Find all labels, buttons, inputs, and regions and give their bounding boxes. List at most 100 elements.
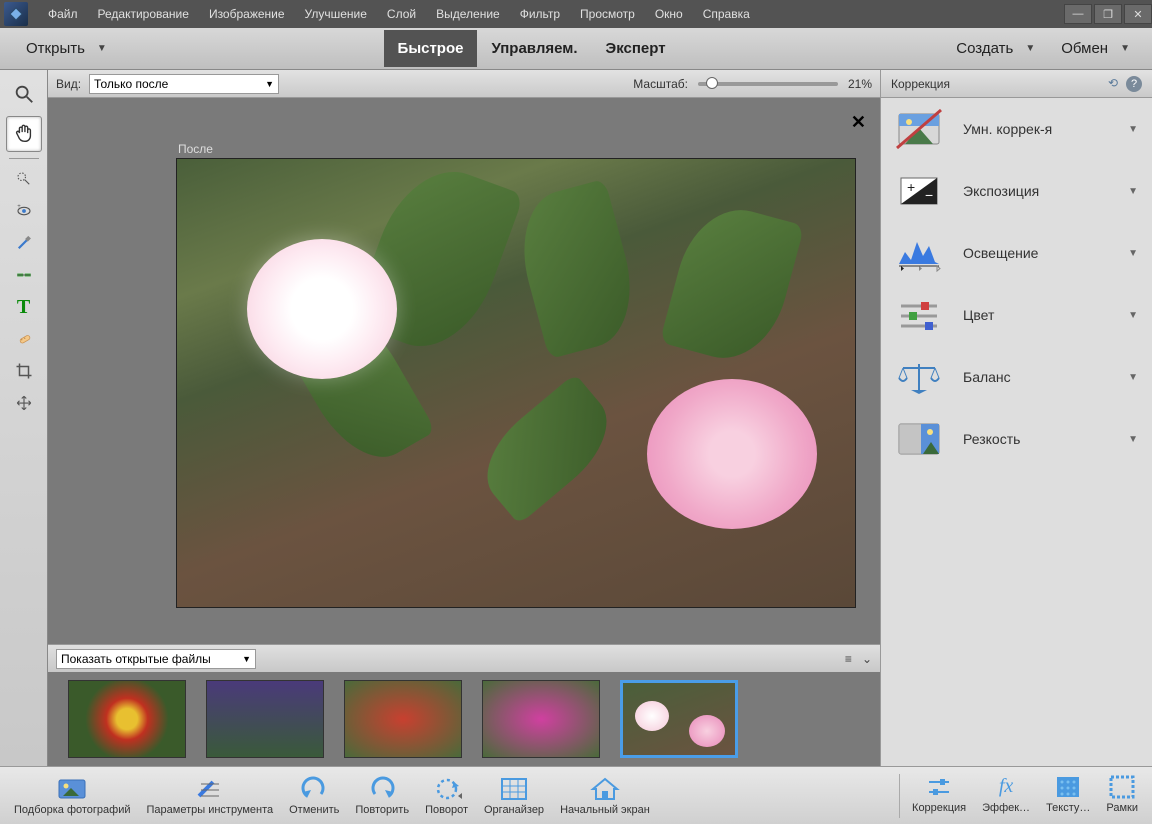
- text-tool[interactable]: T: [6, 293, 42, 321]
- adj-smartfix[interactable]: Умн. коррек-я▼: [881, 98, 1152, 160]
- mode-quick[interactable]: Быстрое: [384, 30, 478, 67]
- menu-select[interactable]: Выделение: [426, 1, 510, 27]
- after-label: После: [178, 142, 213, 156]
- chevron-down-icon: ▼: [1019, 43, 1041, 54]
- whiten-tool[interactable]: [6, 229, 42, 257]
- chevron-down-icon: ▼: [1128, 372, 1138, 383]
- chevron-down-icon: ▼: [242, 654, 251, 664]
- photobin-button[interactable]: Подборка фотографий: [6, 776, 139, 816]
- menu-filter[interactable]: Фильтр: [510, 1, 570, 27]
- redo-icon: [367, 776, 397, 802]
- list-icon[interactable]: ≡: [845, 652, 852, 666]
- effects-icon: fx: [991, 774, 1021, 800]
- close-document-button[interactable]: ✕: [851, 112, 866, 133]
- undo-button[interactable]: Отменить: [281, 776, 347, 816]
- adj-lighting[interactable]: Освещение▼: [881, 222, 1152, 284]
- mode-expert[interactable]: Эксперт: [592, 30, 680, 67]
- chevron-down-icon: ▼: [91, 43, 113, 54]
- filmstrip-select[interactable]: Показать открытые файлы▼: [56, 649, 256, 669]
- view-bar: Вид: Только после▼ Масштаб: 21%: [48, 70, 880, 98]
- adjustments-icon: [924, 774, 954, 800]
- adj-balance[interactable]: Баланс▼: [881, 346, 1152, 408]
- menu-view[interactable]: Просмотр: [570, 1, 645, 27]
- move-tool[interactable]: [6, 389, 42, 417]
- menu-file[interactable]: Файл: [38, 1, 88, 27]
- straighten-tool[interactable]: [6, 261, 42, 289]
- zoom-label: Масштаб:: [633, 77, 688, 91]
- effects-tab[interactable]: fx Эффек…: [974, 774, 1038, 818]
- zoom-slider[interactable]: [698, 82, 838, 86]
- home-button[interactable]: Начальный экран: [552, 776, 658, 816]
- filmstrip-bar: Показать открытые файлы▼ ≡ ⌄: [48, 644, 880, 672]
- menu-image[interactable]: Изображение: [199, 1, 295, 27]
- menu-help[interactable]: Справка: [693, 1, 760, 27]
- menu-window[interactable]: Окно: [645, 1, 693, 27]
- tooloptions-button[interactable]: Параметры инструмента: [139, 776, 282, 816]
- sharpen-icon: [895, 418, 943, 460]
- chevron-down-icon: ▼: [1128, 310, 1138, 321]
- left-toolbar: + T: [0, 70, 48, 766]
- share-button[interactable]: Обмен▼: [1055, 40, 1136, 57]
- redeye-tool[interactable]: +: [6, 197, 42, 225]
- view-label: Вид:: [56, 77, 81, 91]
- organizer-button[interactable]: Органайзер: [476, 776, 552, 816]
- smartfix-icon: [895, 108, 943, 150]
- menu-edit[interactable]: Редактирование: [88, 1, 199, 27]
- svg-text:−: −: [925, 187, 933, 203]
- create-button[interactable]: Создать▼: [950, 40, 1041, 57]
- crop-tool[interactable]: [6, 357, 42, 385]
- menu-enhance[interactable]: Улучшение: [295, 1, 377, 27]
- open-button[interactable]: Открыть▼: [20, 40, 113, 57]
- textures-tab[interactable]: Тексту…: [1038, 774, 1098, 818]
- zoom-value: 21%: [848, 77, 872, 91]
- menubar: Файл Редактирование Изображение Улучшени…: [0, 0, 1152, 28]
- app-logo: [4, 2, 28, 26]
- quick-select-tool[interactable]: [6, 165, 42, 193]
- maximize-button[interactable]: ❐: [1094, 4, 1122, 24]
- canvas[interactable]: ✕ После: [48, 98, 880, 644]
- menu-layer[interactable]: Слой: [377, 1, 426, 27]
- thumb-4[interactable]: [482, 680, 600, 758]
- adj-color[interactable]: Цвет▼: [881, 284, 1152, 346]
- right-panel-header: Коррекция ⟲ ?: [881, 70, 1152, 98]
- thumb-5[interactable]: [620, 680, 738, 758]
- color-icon: [895, 294, 943, 336]
- filmstrip: [48, 672, 880, 766]
- image-frame: [176, 158, 856, 608]
- chevron-down-icon: ▼: [1128, 248, 1138, 259]
- adj-exposure[interactable]: +− Экспозиция▼: [881, 160, 1152, 222]
- home-icon: [590, 776, 620, 802]
- view-select[interactable]: Только после▼: [89, 74, 279, 94]
- photobin-icon: [57, 776, 87, 802]
- hand-tool[interactable]: [6, 116, 42, 152]
- balance-icon: [895, 356, 943, 398]
- rotate-button[interactable]: Поворот: [417, 776, 476, 816]
- textures-icon: [1053, 774, 1083, 800]
- rotate-icon: [432, 776, 462, 802]
- svg-text:+: +: [907, 179, 915, 195]
- healing-tool[interactable]: [6, 325, 42, 353]
- frames-tab[interactable]: Рамки: [1098, 774, 1146, 818]
- secondary-bar: Открыть▼ Быстрое Управляем. Эксперт Созд…: [0, 28, 1152, 70]
- chevron-down-icon: ▼: [1128, 434, 1138, 445]
- adj-sharpen[interactable]: Резкость▼: [881, 408, 1152, 470]
- help-icon[interactable]: ?: [1126, 76, 1142, 92]
- chevron-down-icon: ▼: [265, 79, 274, 89]
- chevron-down-icon: ▼: [1128, 186, 1138, 197]
- collapse-icon[interactable]: ⌄: [862, 652, 872, 666]
- minimize-button[interactable]: —: [1064, 4, 1092, 24]
- zoom-tool[interactable]: [6, 76, 42, 112]
- right-panel: Коррекция ⟲ ? Умн. коррек-я▼ +− Экспозиц…: [880, 70, 1152, 766]
- thumb-2[interactable]: [206, 680, 324, 758]
- tooloptions-icon: [195, 776, 225, 802]
- redo-button[interactable]: Повторить: [347, 776, 417, 816]
- thumb-1[interactable]: [68, 680, 186, 758]
- undo-icon: [299, 776, 329, 802]
- thumb-3[interactable]: [344, 680, 462, 758]
- bottom-bar: Подборка фотографий Параметры инструмент…: [0, 766, 1152, 824]
- adjustments-tab[interactable]: Коррекция: [904, 774, 974, 818]
- reset-icon[interactable]: ⟲: [1108, 76, 1118, 92]
- svg-text:+: +: [17, 204, 21, 210]
- close-button[interactable]: ✕: [1124, 4, 1152, 24]
- mode-guided[interactable]: Управляем.: [477, 30, 591, 67]
